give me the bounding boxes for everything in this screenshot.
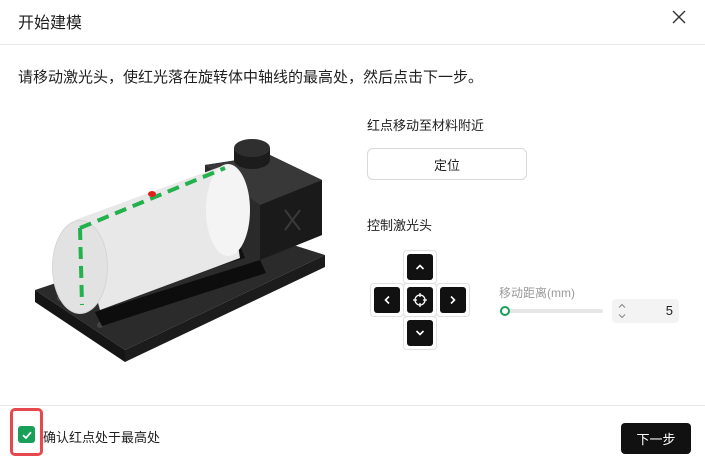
- dpad-up-cell: [403, 250, 437, 284]
- positioning-label: 红点移动至材料附近: [367, 118, 485, 133]
- dialog-title: 开始建模: [18, 15, 83, 32]
- dialog-header: 开始建模: [0, 0, 705, 45]
- crosshair-icon: [413, 293, 427, 307]
- laser-control-label: 控制激光头: [367, 218, 433, 233]
- confirm-checkbox-label: 确认红点处于最高处: [43, 430, 161, 445]
- dpad-left-cell: [370, 283, 404, 317]
- move-down-button[interactable]: [407, 320, 433, 346]
- arrow-up-icon: [415, 264, 425, 270]
- home-center-button[interactable]: [407, 287, 433, 313]
- next-step-button[interactable]: 下一步: [621, 423, 691, 454]
- slider-track: [500, 309, 603, 313]
- close-icon[interactable]: [671, 9, 687, 25]
- move-right-button[interactable]: [440, 287, 466, 313]
- move-distance-slider[interactable]: [500, 306, 603, 316]
- arrow-left-icon: [384, 295, 390, 305]
- chevron-up-icon[interactable]: [617, 301, 627, 311]
- rotary-device-illustration: [35, 139, 325, 362]
- start-modeling-dialog: 开始建模 请移动激光头，使红光落在旋转体中轴线的最高处，然后点击下一步。 红点移…: [0, 0, 705, 467]
- laser-direction-pad: [370, 250, 470, 350]
- dpad-center-cell: [403, 283, 437, 317]
- move-up-button[interactable]: [407, 254, 433, 280]
- move-distance-stepper[interactable]: 5: [612, 299, 679, 323]
- confirm-checkbox[interactable]: [18, 426, 35, 443]
- dpad-down-cell: [403, 316, 437, 350]
- move-left-button[interactable]: [374, 287, 400, 313]
- move-distance-value: 5: [665, 303, 673, 318]
- move-distance-label: 移动距离(mm): [499, 286, 575, 300]
- laser-red-dot: [148, 191, 156, 197]
- checkmark-icon: [21, 431, 32, 439]
- arrow-right-icon: [450, 295, 456, 305]
- slider-thumb[interactable]: [500, 306, 511, 316]
- chevron-down-icon[interactable]: [617, 311, 627, 321]
- instruction-text: 请移动激光头，使红光落在旋转体中轴线的最高处，然后点击下一步。: [18, 69, 484, 86]
- locate-button[interactable]: 定位: [367, 148, 527, 180]
- dpad-right-cell: [436, 283, 470, 317]
- arrow-down-icon: [415, 330, 425, 336]
